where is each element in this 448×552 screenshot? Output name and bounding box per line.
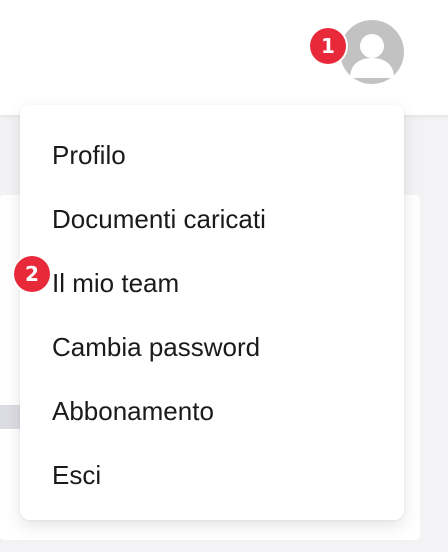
menu-item-label: Esci <box>52 459 102 490</box>
user-avatar-icon <box>350 34 394 78</box>
user-avatar-button[interactable] <box>340 20 404 84</box>
user-dropdown-menu: Profilo Documenti caricati Il mio team C… <box>20 105 404 520</box>
step-badge-1: 1 <box>310 28 346 64</box>
menu-item-label: Profilo <box>52 139 126 170</box>
menu-item-label: Abbonamento <box>52 395 214 426</box>
menu-item-label: Il mio team <box>52 267 180 298</box>
menu-item-uploaded-documents[interactable]: Documenti caricati <box>20 187 404 251</box>
menu-item-label: Documenti caricati <box>52 203 266 234</box>
menu-item-logout[interactable]: Esci <box>20 443 404 507</box>
menu-item-change-password[interactable]: Cambia password <box>20 315 404 379</box>
menu-list: Profilo Documenti caricati Il mio team C… <box>20 105 404 507</box>
menu-item-label: Cambia password <box>52 331 261 362</box>
menu-item-subscription[interactable]: Abbonamento <box>20 379 404 443</box>
menu-item-profile[interactable]: Profilo <box>20 123 404 187</box>
step-badge-2: 2 <box>14 256 50 292</box>
menu-item-my-team[interactable]: Il mio team <box>20 251 404 315</box>
